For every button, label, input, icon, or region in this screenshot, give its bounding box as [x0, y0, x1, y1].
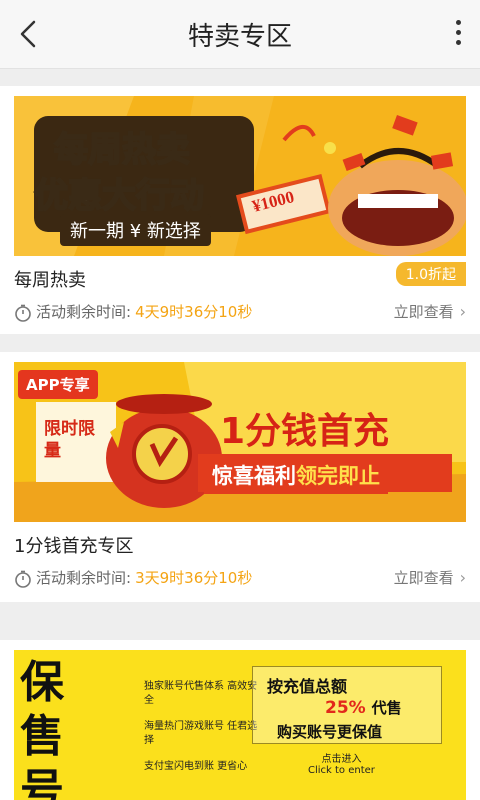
banner-subline: 惊喜福利领完即止	[204, 456, 388, 494]
time-remaining: 活动剩余时间: 3天9时36分10秒	[14, 567, 252, 589]
promo-title: 1分钱首充专区	[14, 536, 134, 557]
view-now-label: 立即查看	[393, 569, 454, 587]
offer-line-2: 25% 代售	[325, 697, 402, 718]
time-remaining: 活动剩余时间: 4天9时36分10秒	[14, 301, 252, 323]
stopwatch-icon	[15, 570, 31, 588]
click-en: Click to enter	[308, 765, 375, 776]
account-sale-banner[interactable]: 保售号 独家账号代售体系 高效安全 海量热门游戏账号 任君选择 支付宝闪电到账 …	[14, 650, 466, 800]
banner-subline: 新一期 ¥ 新选择	[60, 214, 211, 246]
banner-sub-b: 领完即止	[296, 464, 380, 488]
stopwatch-icon	[15, 304, 31, 322]
banner-headline-1: 每周热卖	[53, 129, 191, 171]
feature-list: 独家账号代售体系 高效安全 海量热门游戏账号 任君选择 支付宝闪电到账 更省心	[144, 680, 262, 786]
promo-title: 每周热卖	[14, 270, 86, 291]
banner-headline-2: 优惠大行动	[33, 175, 205, 217]
click-cn: 点击进入	[321, 754, 362, 765]
app-exclusive-tag: APP专享	[18, 370, 98, 399]
feature-item: 独家账号代售体系 高效安全	[144, 681, 258, 706]
countdown-value: 3天9时36分10秒	[135, 569, 253, 587]
promo-card-account-sale[interactable]: 保售号 独家账号代售体系 高效安全 海量热门游戏账号 任君选择 支付宝闪电到账 …	[0, 640, 480, 800]
more-options-button[interactable]	[444, 14, 472, 54]
feature-item: 支付宝闪电到账 更省心	[144, 761, 248, 772]
countdown-value: 4天9时36分10秒	[135, 303, 253, 321]
limited-label: 限时限量	[44, 419, 95, 461]
view-now-link[interactable]: 立即查看 ›	[394, 567, 466, 589]
chevron-right-icon: ›	[459, 302, 466, 321]
page-title: 特卖专区	[187, 22, 292, 52]
view-now-label: 立即查看	[393, 303, 454, 321]
feature-item: 海量热门游戏账号 任君选择	[144, 721, 258, 746]
discount-badge: 1.0折起	[395, 262, 466, 286]
banner-sub-a: 惊喜福利	[212, 464, 296, 488]
offer-line-1: 按充值总额	[267, 677, 348, 696]
chevron-right-icon: ›	[459, 568, 466, 587]
time-label: 活动剩余时间:	[36, 569, 132, 587]
offer-tail: 代售	[371, 699, 402, 717]
promo-card-weekly[interactable]: 每周热卖 优惠大行动 新一期 ¥ 新选择 ¥1000 每周热卖 1.0折起 活动…	[0, 86, 480, 334]
weekly-sale-banner[interactable]: 每周热卖 优惠大行动 新一期 ¥ 新选择 ¥1000	[14, 96, 466, 256]
offer-percent: 25%	[325, 698, 366, 718]
click-to-enter[interactable]: 点击进入 Click to enter	[308, 754, 375, 776]
first-charge-banner[interactable]: APP专享 限时限量 1分钱首充 惊喜福利领完即止	[14, 362, 466, 522]
app-header: 特卖专区	[0, 0, 480, 69]
offer-line-3: 购买账号更保值	[277, 723, 383, 741]
more-vertical-icon	[455, 20, 461, 25]
view-now-link[interactable]: 立即查看 ›	[394, 301, 466, 323]
banner-big-text: 保售号	[20, 657, 64, 800]
offer-box: 按充值总额 25% 代售 购买账号更保值	[252, 666, 442, 744]
banner-headline: 1分钱首充	[220, 411, 390, 452]
promo-card-first-charge[interactable]: APP专享 限时限量 1分钱首充 惊喜福利领完即止 1分钱首充专区 活动剩余时间…	[0, 352, 480, 602]
time-label: 活动剩余时间:	[36, 303, 132, 321]
